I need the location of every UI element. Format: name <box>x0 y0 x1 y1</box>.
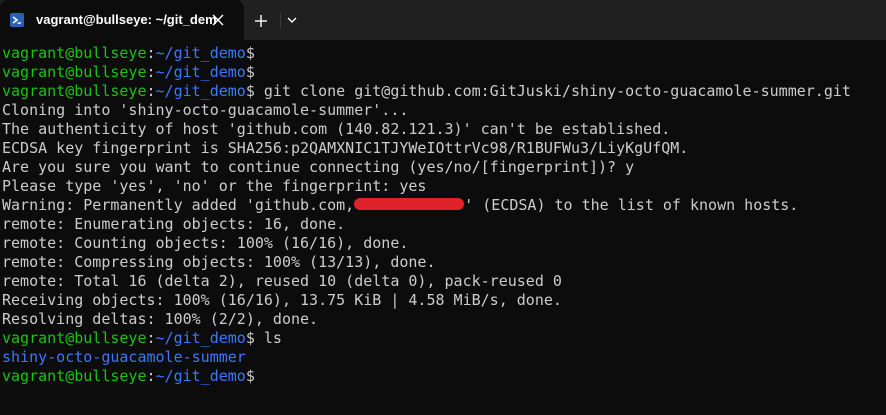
output-line: Cloning into 'shiny-octo-guacamole-summe… <box>2 101 886 120</box>
prompt-line: vagrant@bullseye:~/git_demo$ <box>2 44 886 63</box>
prompt-colon: : <box>146 82 156 100</box>
prompt-line: vagrant@bullseye:~/git_demo$ <box>2 367 886 386</box>
output-line: remote: Compressing objects: 100% (13/13… <box>2 253 886 272</box>
powershell-terminal-icon <box>10 13 24 27</box>
tab-divider <box>280 13 281 29</box>
output-text: The authenticity of host 'github.com (14… <box>2 120 671 138</box>
output-line: Resolving deltas: 100% (2/2), done. <box>2 310 886 329</box>
chevron-down-icon[interactable] <box>285 13 299 27</box>
prompt-colon: : <box>146 367 156 385</box>
close-icon[interactable] <box>211 13 225 27</box>
directory-name: shiny-octo-guacamole-summer <box>2 348 246 366</box>
prompt-user-host: vagrant@bullseye <box>2 44 147 62</box>
output-text: remote: Total 16 (delta 2), reused 10 (d… <box>2 272 562 290</box>
output-text: Receiving objects: 100% (16/16), 13.75 K… <box>2 291 562 309</box>
prompt-line: vagrant@bullseye:~/git_demo$ git clone g… <box>2 82 886 101</box>
prompt-path: ~/git_demo <box>155 63 246 81</box>
prompt-symbol: $ <box>245 367 255 385</box>
output-line: Warning: Permanently added 'github.com, '… <box>2 196 886 215</box>
title-bar: vagrant@bullseye: ~/git_dem <box>0 0 886 40</box>
output-line: ECDSA key fingerprint is SHA256:p2QAMXNI… <box>2 139 886 158</box>
prompt-symbol: $ <box>245 63 255 81</box>
output-text: remote: Compressing objects: 100% (13/13… <box>2 253 436 271</box>
output-line: Receiving objects: 100% (16/16), 13.75 K… <box>2 291 886 310</box>
tab-title: vagrant@bullseye: ~/git_dem <box>36 12 217 27</box>
prompt-symbol: $ <box>245 82 255 100</box>
output-text: Resolving deltas: 100% (2/2), done. <box>2 310 319 328</box>
prompt-path: ~/git_demo <box>155 44 246 62</box>
prompt-path: ~/git_demo <box>155 367 246 385</box>
output-line: remote: Enumerating objects: 16, done. <box>2 215 886 234</box>
output-text: remote: Counting objects: 100% (16/16), … <box>2 234 409 252</box>
prompt-symbol: $ <box>245 329 255 347</box>
prompt-user-host: vagrant@bullseye <box>2 329 147 347</box>
command-text: git clone git@github.com:GitJuski/shiny-… <box>254 82 851 100</box>
terminal-output[interactable]: vagrant@bullseye:~/git_demo$ vagrant@bull… <box>0 40 886 415</box>
prompt-path: ~/git_demo <box>155 329 246 347</box>
output-text: Warning: Permanently added 'github.com, <box>2 196 355 214</box>
output-text: ' (ECDSA) to the list of known hosts. <box>464 196 799 214</box>
prompt-line: vagrant@bullseye:~/git_demo$ ls <box>2 329 886 348</box>
prompt-symbol: $ <box>245 44 255 62</box>
prompt-user-host: vagrant@bullseye <box>2 367 147 385</box>
output-line: Please type 'yes', 'no' or the fingerpri… <box>2 177 886 196</box>
output-text: Cloning into 'shiny-octo-guacamole-summe… <box>2 101 409 119</box>
terminal-tab[interactable]: vagrant@bullseye: ~/git_dem <box>0 0 244 40</box>
prompt-path: ~/git_demo <box>155 82 246 100</box>
output-line: Are you sure you want to continue connec… <box>2 158 886 177</box>
output-text: Are you sure you want to continue connec… <box>2 158 635 176</box>
prompt-user-host: vagrant@bullseye <box>2 63 147 81</box>
output-line: remote: Counting objects: 100% (16/16), … <box>2 234 886 253</box>
command-text: ls <box>254 329 282 347</box>
output-text: ECDSA key fingerprint is SHA256:p2QAMXNI… <box>2 139 689 157</box>
directory-listing: shiny-octo-guacamole-summer <box>2 348 886 367</box>
prompt-user-host: vagrant@bullseye <box>2 82 147 100</box>
plus-icon[interactable] <box>252 12 270 30</box>
redaction-mark <box>354 198 465 210</box>
output-line: The authenticity of host 'github.com (14… <box>2 120 886 139</box>
output-text: Please type 'yes', 'no' or the fingerpri… <box>2 177 427 195</box>
output-text: remote: Enumerating objects: 16, done. <box>2 215 346 233</box>
output-line: remote: Total 16 (delta 2), reused 10 (d… <box>2 272 886 291</box>
prompt-colon: : <box>146 329 156 347</box>
prompt-colon: : <box>146 44 156 62</box>
prompt-line: vagrant@bullseye:~/git_demo$ <box>2 63 886 82</box>
prompt-colon: : <box>146 63 156 81</box>
